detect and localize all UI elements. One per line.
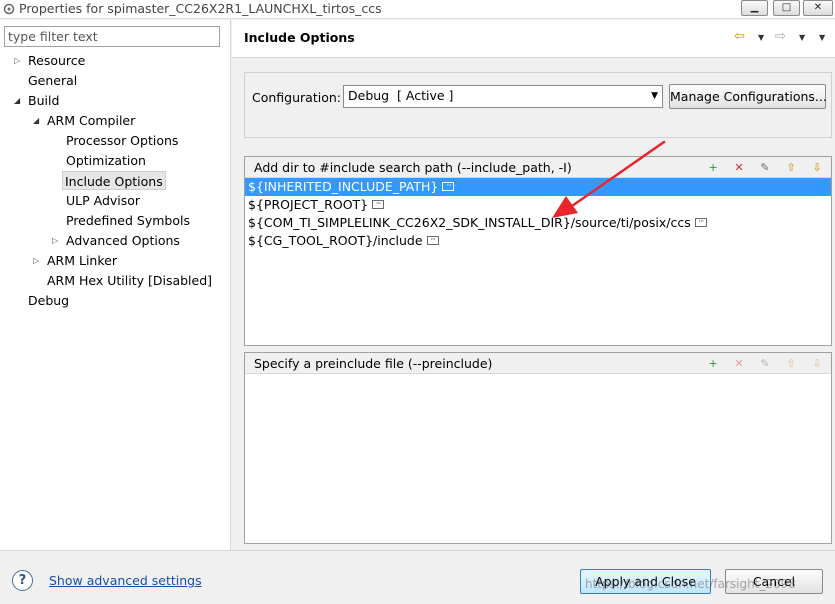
view-menu-icon[interactable]: ▼ bbox=[819, 33, 825, 42]
navigation-pane: ▷ Resource General ◢ Build ◢ ARM Compile… bbox=[0, 20, 231, 550]
tree-item-label: ARM Compiler bbox=[47, 113, 136, 128]
tree-item-general[interactable]: General bbox=[28, 71, 77, 90]
preinclude-list-header: Specify a preinclude file (--preinclude)… bbox=[245, 353, 831, 374]
filter-input[interactable] bbox=[4, 26, 220, 47]
content-pane: Include Options ⇦ ▼ ⇨ ▼ ▼ Configuration:… bbox=[232, 20, 835, 550]
tree-item-optimization[interactable]: Optimization bbox=[66, 151, 146, 170]
configuration-label: Configuration: bbox=[252, 90, 341, 105]
tree-item-ulp-advisor[interactable]: ULP Advisor bbox=[66, 191, 140, 210]
delete-file-icon: ✕ bbox=[734, 357, 744, 370]
ellipsis-icon[interactable]: ··· bbox=[372, 200, 385, 209]
window-title: Properties for spimaster_CC26X2R1_LAUNCH… bbox=[19, 1, 382, 16]
edit-file-icon: ✎ bbox=[760, 357, 770, 370]
tree-item-label: ARM Linker bbox=[47, 253, 117, 268]
tree-item-predefined-symbols[interactable]: Predefined Symbols bbox=[66, 211, 190, 230]
tree-item-arm-hex-utility[interactable]: ARM Hex Utility [Disabled] bbox=[47, 271, 212, 290]
configuration-group: Configuration: Debug [ Active ] ▼ Manage… bbox=[244, 72, 832, 138]
tree-item-build[interactable]: ◢ Build bbox=[14, 91, 59, 110]
preinclude-toolbar: + ✕ ✎ ⇧ ⇩ bbox=[699, 355, 825, 372]
maximize-button[interactable]: □ bbox=[773, 0, 800, 16]
chevron-down-icon: ▼ bbox=[651, 91, 658, 101]
help-icon[interactable]: ? bbox=[12, 570, 33, 591]
add-file-icon[interactable]: + bbox=[705, 356, 721, 372]
include-path-list[interactable]: Add dir to #include search path (--inclu… bbox=[244, 156, 832, 346]
tree-item-processor-options[interactable]: Processor Options bbox=[66, 131, 178, 150]
app-icon bbox=[3, 3, 15, 15]
watermark: https://blog.csdn.net/farsight_2098 bbox=[585, 577, 796, 591]
move-down-icon[interactable]: ⇩ bbox=[809, 160, 825, 176]
expand-icon[interactable]: ▷ bbox=[52, 231, 58, 250]
delete-path-icon[interactable]: ✕ bbox=[731, 160, 747, 176]
preinclude-file-list[interactable]: Specify a preinclude file (--preinclude)… bbox=[244, 352, 832, 544]
preinclude-list-title: Specify a preinclude file (--preinclude) bbox=[254, 356, 493, 371]
include-path-row[interactable]: ${PROJECT_ROOT} ··· bbox=[245, 196, 831, 214]
collapse-icon[interactable]: ◢ bbox=[33, 111, 39, 130]
show-advanced-settings-link[interactable]: Show advanced settings bbox=[49, 573, 202, 588]
close-button[interactable]: ✕ bbox=[803, 0, 833, 16]
move-up-icon: ⇧ bbox=[786, 357, 796, 370]
back-arrow-icon[interactable]: ⇦ bbox=[734, 29, 745, 44]
tree-item-label: Advanced Options bbox=[66, 233, 180, 248]
ellipsis-icon[interactable]: ··· bbox=[442, 182, 455, 191]
include-path-toolbar: + ✕ ✎ ⇧ ⇩ bbox=[699, 159, 825, 176]
tree-item-label: Resource bbox=[28, 53, 86, 68]
page-title: Include Options bbox=[244, 30, 355, 45]
minimize-button[interactable]: ▁ bbox=[741, 0, 768, 16]
back-history-dropdown-icon[interactable]: ▼ bbox=[758, 33, 764, 42]
tree-item-arm-compiler[interactable]: ◢ ARM Compiler bbox=[33, 111, 135, 130]
dialog-footer: ? Show advanced settings Apply and Close… bbox=[0, 550, 835, 604]
forward-history-dropdown-icon[interactable]: ▼ bbox=[799, 33, 805, 42]
move-up-icon[interactable]: ⇧ bbox=[783, 160, 799, 176]
configuration-select[interactable]: Debug [ Active ] ▼ bbox=[343, 85, 663, 108]
include-path-text: ${CG_TOOL_ROOT}/include bbox=[248, 233, 423, 248]
move-down-icon: ⇩ bbox=[812, 357, 822, 370]
collapse-icon[interactable]: ◢ bbox=[14, 91, 20, 110]
configuration-selected-value: Debug [ Active ] bbox=[348, 88, 454, 103]
title-bar: Properties for spimaster_CC26X2R1_LAUNCH… bbox=[0, 0, 835, 19]
include-path-list-header: Add dir to #include search path (--inclu… bbox=[245, 157, 831, 178]
include-path-text: ${PROJECT_ROOT} bbox=[248, 197, 369, 212]
add-path-icon[interactable]: + bbox=[705, 160, 721, 176]
include-path-text: ${COM_TI_SIMPLELINK_CC26X2_SDK_INSTALL_D… bbox=[248, 215, 691, 230]
ellipsis-icon[interactable]: ··· bbox=[426, 236, 439, 245]
ellipsis-icon[interactable]: ··· bbox=[694, 218, 707, 227]
include-path-row[interactable]: ${CG_TOOL_ROOT}/include ··· bbox=[245, 232, 831, 250]
tree-item-debug[interactable]: Debug bbox=[28, 291, 69, 310]
tree-item-label: Build bbox=[28, 93, 60, 108]
include-path-text: ${INHERITED_INCLUDE_PATH} bbox=[248, 179, 439, 194]
tree-item-resource[interactable]: ▷ Resource bbox=[14, 51, 85, 70]
expand-icon[interactable]: ▷ bbox=[14, 51, 20, 70]
forward-arrow-icon[interactable]: ⇨ bbox=[775, 29, 786, 44]
page-header: Include Options ⇦ ▼ ⇨ ▼ ▼ bbox=[232, 20, 835, 58]
manage-configurations-button[interactable]: Manage Configurations... bbox=[669, 84, 827, 109]
include-path-row[interactable]: ${COM_TI_SIMPLELINK_CC26X2_SDK_INSTALL_D… bbox=[245, 214, 831, 232]
edit-path-icon[interactable]: ✎ bbox=[757, 160, 773, 176]
include-path-list-title: Add dir to #include search path (--inclu… bbox=[254, 160, 572, 175]
tree-item-advanced-options[interactable]: ▷ Advanced Options bbox=[52, 231, 180, 250]
tree-item-arm-linker[interactable]: ▷ ARM Linker bbox=[33, 251, 117, 270]
include-path-row[interactable]: ${INHERITED_INCLUDE_PATH} ··· bbox=[245, 178, 831, 196]
tree-item-include-options[interactable]: Include Options bbox=[62, 171, 166, 190]
expand-icon[interactable]: ▷ bbox=[33, 251, 39, 270]
